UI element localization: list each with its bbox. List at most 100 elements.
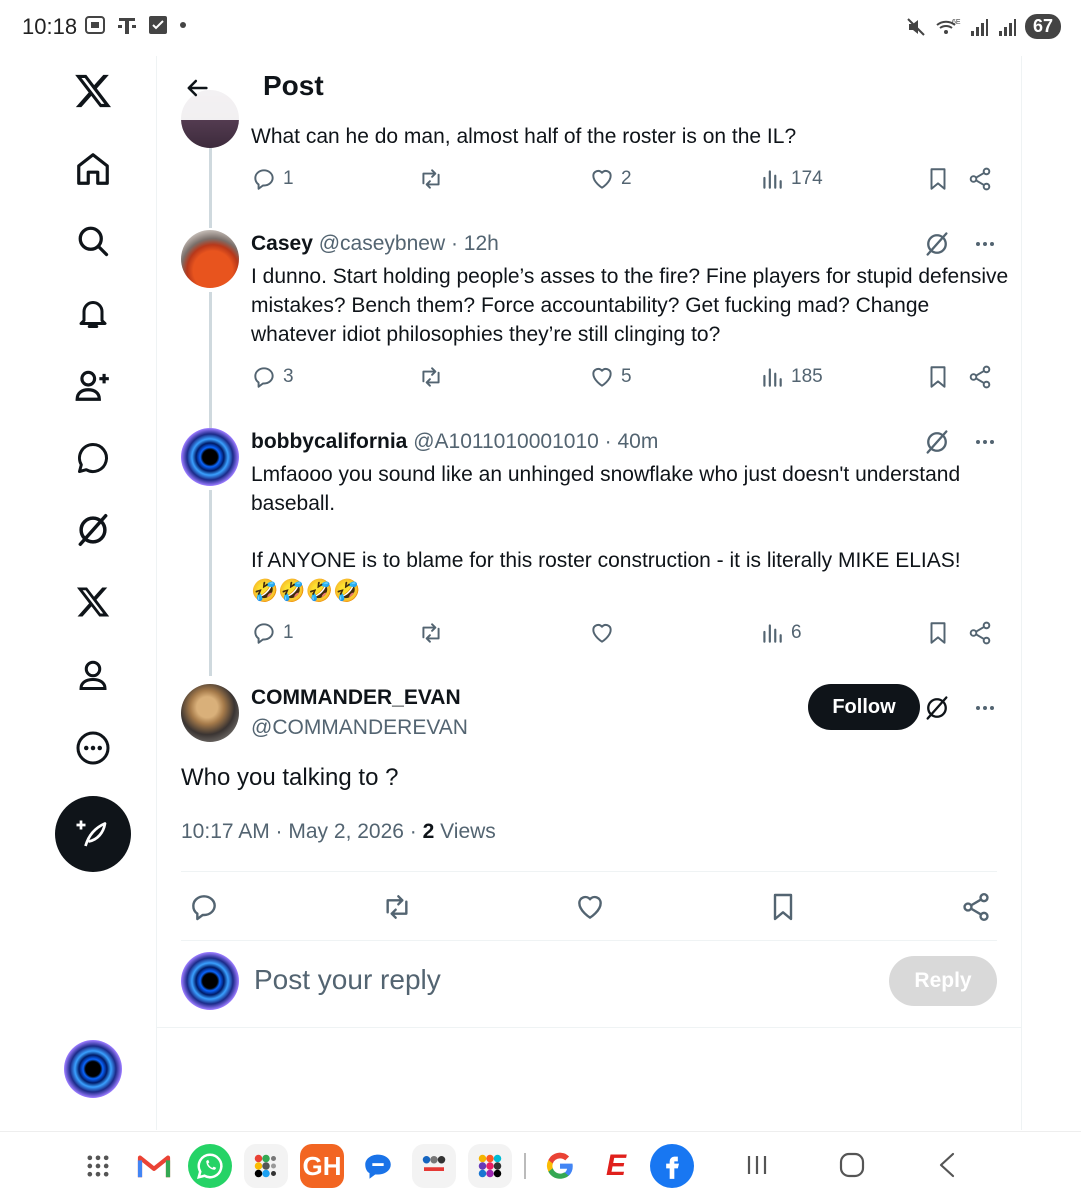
views-total: 2 [422, 820, 435, 843]
status-time: 10:18 [22, 14, 78, 39]
apps-grid-icon[interactable] [76, 1144, 120, 1188]
profile-icon[interactable] [70, 652, 116, 698]
status-bar: 10:18 6E 67 [0, 0, 1081, 56]
account-avatar[interactable] [64, 1040, 122, 1098]
share-icon [969, 167, 991, 191]
display-name[interactable]: COMMANDER_EVAN [251, 686, 461, 710]
sidebar-nav [0, 56, 156, 1130]
like-button[interactable] [569, 886, 611, 928]
post-time: · 12h [450, 232, 499, 255]
reply-action[interactable]: 1 [251, 620, 294, 646]
user-handle[interactable]: @caseybnew [319, 232, 445, 255]
repost-icon [422, 367, 440, 387]
like-count: 2 [621, 168, 632, 189]
back-button[interactable] [179, 70, 215, 106]
reply-submit-button[interactable]: Reply [889, 956, 997, 1006]
back-nav-icon[interactable] [932, 1150, 962, 1180]
search-icon[interactable] [70, 218, 116, 264]
compose-post-button[interactable] [55, 796, 131, 872]
views-action[interactable]: 174 [759, 166, 823, 192]
premium-x-icon[interactable] [70, 579, 116, 625]
dock-separator [524, 1153, 526, 1179]
repost-button[interactable] [376, 886, 418, 928]
grok-icon[interactable] [923, 428, 951, 456]
follow-user-icon[interactable] [70, 362, 116, 408]
follow-button[interactable]: Follow [808, 684, 920, 730]
repost-icon [422, 169, 440, 189]
tweet-timestamp[interactable]: 10:17 AM · May 2, 2026 · [181, 820, 423, 843]
app-folder-icon[interactable] [244, 1144, 288, 1188]
display-name[interactable]: Casey [251, 232, 313, 255]
more-options-icon[interactable] [973, 696, 997, 720]
app-folder-icon[interactable] [468, 1144, 512, 1188]
reply-input[interactable]: Post your reply [254, 964, 441, 996]
share-action[interactable] [967, 166, 993, 192]
bookmark-action[interactable] [925, 620, 951, 646]
notifications-bell-icon[interactable] [70, 290, 116, 336]
avatar[interactable] [181, 230, 239, 288]
like-action[interactable]: 5 [589, 364, 632, 390]
divider [157, 1027, 1021, 1028]
bookmark-icon [930, 366, 946, 388]
heart-icon [578, 895, 602, 919]
reply-composer: Post your reply Reply [181, 952, 997, 1012]
screenshot-icon [85, 16, 105, 34]
bookmark-icon [773, 893, 793, 921]
views-action[interactable]: 185 [759, 364, 823, 390]
messages-icon[interactable] [356, 1144, 400, 1188]
x-logo-icon[interactable] [70, 68, 116, 114]
bookmark-button[interactable] [762, 886, 804, 928]
google-icon[interactable] [538, 1144, 582, 1188]
bookmark-action[interactable] [925, 166, 951, 192]
reply-count: 3 [283, 366, 294, 387]
app-folder-icon[interactable] [412, 1144, 456, 1188]
share-action[interactable] [967, 620, 993, 646]
bookmark-icon [930, 622, 946, 644]
avatar [181, 952, 239, 1010]
reply-action[interactable]: 3 [251, 364, 294, 390]
more-options-icon[interactable] [973, 232, 997, 256]
more-options-icon[interactable] [973, 430, 997, 454]
avatar[interactable] [181, 428, 239, 486]
avatar[interactable] [181, 684, 239, 742]
wifi-6e-icon: 6E [936, 19, 961, 34]
views-chart-icon [763, 624, 782, 643]
share-icon [969, 365, 991, 389]
views-count: 185 [791, 366, 823, 387]
repost-action[interactable] [417, 166, 451, 192]
heart-icon [592, 623, 612, 643]
reply-action[interactable]: 1 [251, 166, 294, 192]
gh-app-icon[interactable]: GH [300, 1144, 344, 1188]
grok-icon[interactable] [923, 694, 951, 722]
user-handle[interactable]: @COMMANDEREVAN [251, 716, 468, 740]
display-name[interactable]: bobbycalifornia [251, 430, 407, 453]
gmail-icon[interactable] [132, 1144, 176, 1188]
views-count: 6 [791, 622, 802, 643]
user-handle[interactable]: @A1011010001010 [413, 430, 599, 453]
recent-apps-icon[interactable] [742, 1150, 772, 1180]
android-navbar: GH E [0, 1131, 1081, 1200]
views-action[interactable]: 6 [759, 620, 802, 646]
app-dock: GH E [76, 1144, 694, 1188]
reply-button[interactable] [183, 886, 225, 928]
chat-icon[interactable] [70, 435, 116, 481]
repost-action[interactable] [417, 620, 451, 646]
tweet-corner-actions [923, 230, 997, 258]
share-button[interactable] [955, 886, 997, 928]
share-action[interactable] [967, 364, 993, 390]
reply-count: 1 [283, 168, 294, 189]
reply-icon [254, 623, 274, 644]
bookmark-action[interactable] [925, 364, 951, 390]
facebook-icon[interactable] [650, 1144, 694, 1188]
more-circle-icon[interactable] [70, 725, 116, 771]
grok-icon[interactable] [923, 230, 951, 258]
home-button-icon[interactable] [837, 1150, 867, 1180]
whatsapp-icon[interactable] [188, 1144, 232, 1188]
like-action[interactable] [589, 620, 621, 646]
like-action[interactable]: 2 [589, 166, 632, 192]
home-icon[interactable] [70, 146, 116, 192]
repost-action[interactable] [417, 364, 451, 390]
espn-icon[interactable]: E [594, 1144, 638, 1188]
grok-icon[interactable] [70, 507, 116, 553]
page-title: Post [263, 70, 324, 101]
